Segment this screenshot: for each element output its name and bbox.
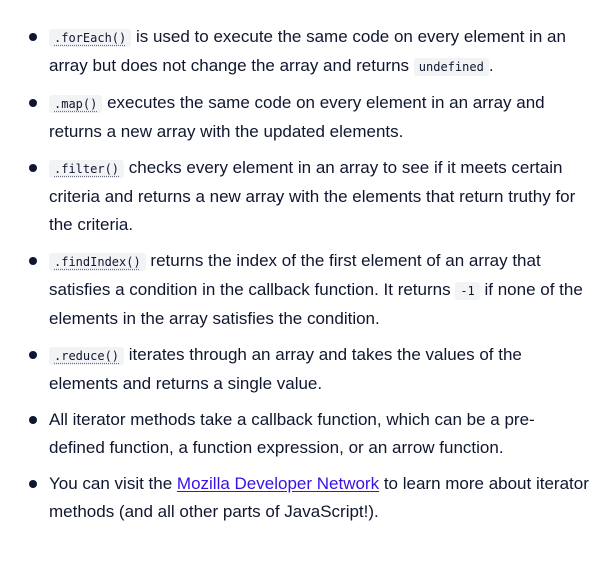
list-item: All iterator methods take a callback fun… xyxy=(29,406,589,462)
mdn-link[interactable]: Mozilla Developer Network xyxy=(177,474,379,493)
inline-code-term[interactable]: .findIndex() xyxy=(49,253,146,271)
list-item: .map() executes the same code on every e… xyxy=(29,89,589,146)
item-text: You can visit the xyxy=(49,474,177,493)
list-item: You can visit the Mozilla Developer Netw… xyxy=(29,470,589,526)
inline-code: -1 xyxy=(455,282,480,300)
item-text: . xyxy=(488,56,494,75)
summary-list: .forEach() is used to execute the same c… xyxy=(29,23,589,534)
bullet-icon xyxy=(29,416,37,424)
list-item: .filter() checks every element in an arr… xyxy=(29,154,589,239)
bullet-icon xyxy=(29,351,37,359)
inline-code-term[interactable]: .filter() xyxy=(49,160,125,178)
item-text: checks every element in an array to see … xyxy=(49,158,576,234)
bullet-icon xyxy=(29,99,37,107)
bullet-icon xyxy=(29,257,37,265)
inline-code-term[interactable]: .map() xyxy=(49,95,103,113)
inline-code: undefined xyxy=(413,58,489,76)
bullet-icon xyxy=(29,480,37,488)
inline-code-term[interactable]: .forEach() xyxy=(49,29,132,47)
bullet-icon xyxy=(29,33,37,41)
inline-code-term[interactable]: .reduce() xyxy=(49,347,125,365)
list-item: .forEach() is used to execute the same c… xyxy=(29,23,589,81)
bullet-icon xyxy=(29,164,37,172)
item-text: executes the same code on every element … xyxy=(49,93,545,141)
list-item: .findIndex() returns the index of the fi… xyxy=(29,247,589,333)
item-text: All iterator methods take a callback fun… xyxy=(49,410,535,457)
list-item: .reduce() iterates through an array and … xyxy=(29,341,589,398)
